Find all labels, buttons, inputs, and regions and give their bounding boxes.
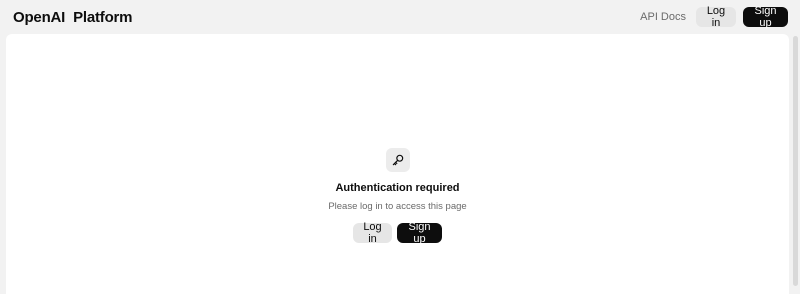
header-signup-button[interactable]: Sign up	[743, 5, 788, 29]
header-nav: API Docs Log in Sign up	[640, 5, 788, 29]
key-icon	[385, 148, 410, 172]
signup-button[interactable]: Sign up	[397, 221, 442, 245]
scrollbar[interactable]	[791, 34, 800, 294]
api-docs-link[interactable]: API Docs	[640, 11, 686, 23]
main-content-panel: Authentication required Please log in to…	[6, 34, 789, 294]
auth-subtitle: Please log in to access this page	[328, 201, 467, 212]
login-button[interactable]: Log in	[353, 221, 392, 245]
brand-logo[interactable]: OpenAI Platform	[13, 9, 133, 26]
auth-actions: Log in Sign up	[353, 221, 442, 245]
auth-title: Authentication required	[335, 182, 460, 194]
header-login-button[interactable]: Log in	[696, 5, 736, 29]
top-header: OpenAI Platform API Docs Log in Sign up	[0, 0, 800, 34]
auth-required-message: Authentication required Please log in to…	[6, 148, 789, 245]
scrollbar-thumb[interactable]	[793, 36, 798, 286]
